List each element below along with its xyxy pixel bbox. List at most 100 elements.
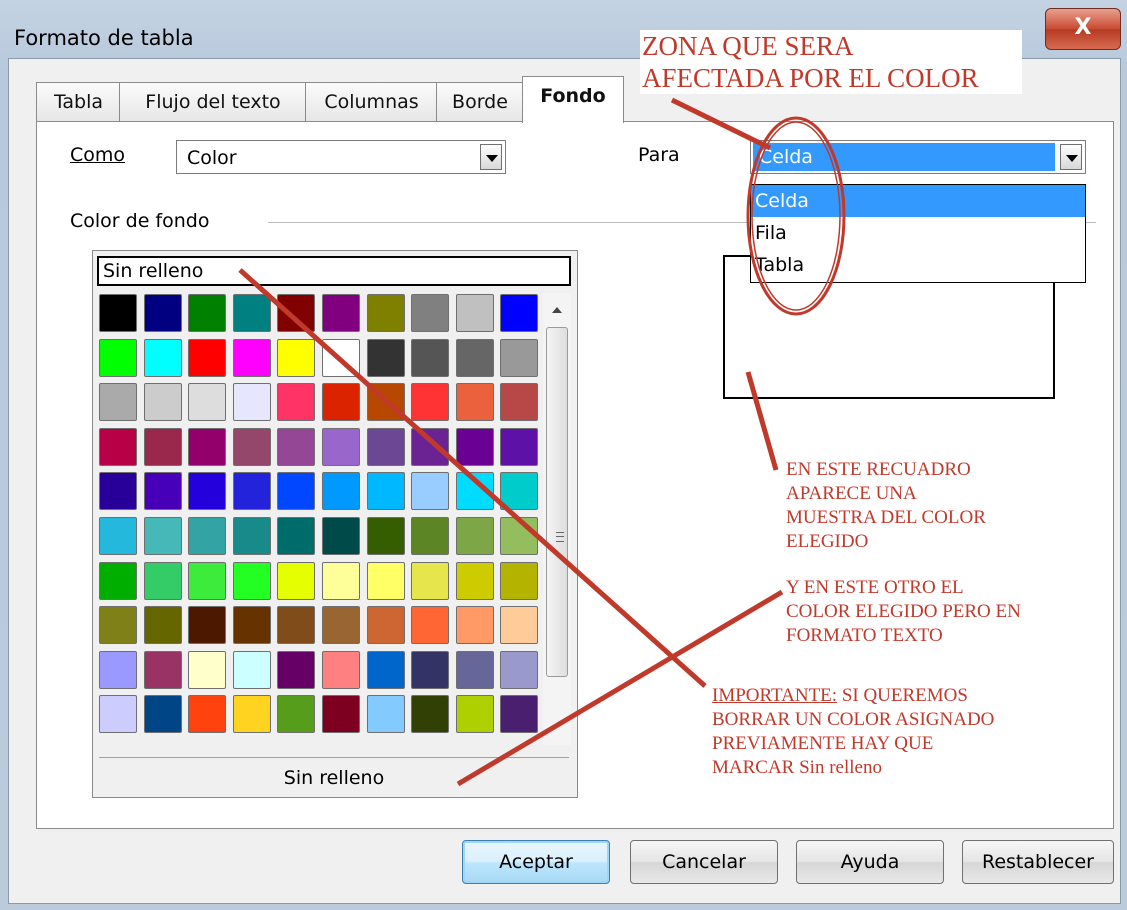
- color-swatch[interactable]: [188, 651, 226, 689]
- color-swatch[interactable]: [367, 428, 405, 466]
- color-swatch[interactable]: [411, 294, 449, 332]
- color-swatch[interactable]: [367, 562, 405, 600]
- close-button[interactable]: X: [1045, 8, 1121, 50]
- color-swatch[interactable]: [411, 517, 449, 555]
- color-swatch[interactable]: [233, 695, 271, 733]
- tab-columnas[interactable]: Columnas: [305, 82, 438, 122]
- color-swatch[interactable]: [322, 651, 360, 689]
- color-swatch[interactable]: [456, 428, 494, 466]
- color-swatch[interactable]: [99, 606, 137, 644]
- color-swatch[interactable]: [277, 517, 315, 555]
- tab-fondo[interactable]: Fondo: [522, 76, 624, 123]
- color-swatch[interactable]: [188, 383, 226, 421]
- color-swatch[interactable]: [144, 517, 182, 555]
- tab-borde[interactable]: Borde: [436, 82, 524, 122]
- color-swatch[interactable]: [500, 695, 538, 733]
- color-swatch[interactable]: [367, 517, 405, 555]
- chevron-down-icon[interactable]: [480, 144, 502, 170]
- color-swatch[interactable]: [456, 562, 494, 600]
- color-swatch[interactable]: [500, 472, 538, 510]
- color-swatch[interactable]: [99, 651, 137, 689]
- color-swatch[interactable]: [144, 428, 182, 466]
- color-swatch[interactable]: [456, 606, 494, 644]
- color-swatch[interactable]: [188, 472, 226, 510]
- color-swatch[interactable]: [99, 383, 137, 421]
- color-swatch[interactable]: [456, 517, 494, 555]
- color-swatch[interactable]: [367, 695, 405, 733]
- tab-flujo-del-texto[interactable]: Flujo del texto: [119, 82, 307, 122]
- sin-relleno-option-bottom[interactable]: Sin relleno: [99, 757, 569, 794]
- color-swatch[interactable]: [233, 517, 271, 555]
- para-option-fila[interactable]: Fila: [751, 217, 1085, 249]
- color-swatch[interactable]: [188, 294, 226, 332]
- color-swatch[interactable]: [322, 472, 360, 510]
- color-swatch[interactable]: [500, 383, 538, 421]
- color-swatch[interactable]: [277, 428, 315, 466]
- color-swatch[interactable]: [322, 428, 360, 466]
- color-swatch[interactable]: [144, 472, 182, 510]
- scrollbar-thumb[interactable]: [546, 327, 568, 677]
- color-swatch[interactable]: [233, 562, 271, 600]
- color-swatch[interactable]: [233, 428, 271, 466]
- color-swatch[interactable]: [500, 294, 538, 332]
- color-swatch[interactable]: [322, 339, 360, 377]
- para-option-tabla[interactable]: Tabla: [751, 249, 1085, 281]
- tab-tabla[interactable]: Tabla: [36, 82, 121, 122]
- color-swatch[interactable]: [367, 383, 405, 421]
- color-swatch[interactable]: [322, 294, 360, 332]
- color-swatch[interactable]: [233, 339, 271, 377]
- color-swatch[interactable]: [277, 294, 315, 332]
- color-swatch[interactable]: [277, 562, 315, 600]
- color-swatch[interactable]: [144, 695, 182, 733]
- color-swatch[interactable]: [144, 339, 182, 377]
- color-swatch[interactable]: [411, 562, 449, 600]
- color-swatch[interactable]: [144, 606, 182, 644]
- color-swatch[interactable]: [500, 606, 538, 644]
- color-swatch[interactable]: [99, 695, 137, 733]
- palette-scrollbar[interactable]: [543, 293, 571, 745]
- color-swatch[interactable]: [233, 383, 271, 421]
- color-swatch[interactable]: [456, 695, 494, 733]
- color-swatch[interactable]: [233, 606, 271, 644]
- color-swatch[interactable]: [144, 651, 182, 689]
- color-swatch[interactable]: [99, 294, 137, 332]
- color-swatch[interactable]: [99, 428, 137, 466]
- chevron-down-icon[interactable]: [1060, 144, 1082, 170]
- color-swatch[interactable]: [411, 428, 449, 466]
- cancel-button[interactable]: Cancelar: [630, 840, 778, 884]
- color-swatch[interactable]: [277, 651, 315, 689]
- como-select[interactable]: Color: [176, 140, 506, 174]
- color-swatch[interactable]: [411, 695, 449, 733]
- color-swatch[interactable]: [144, 383, 182, 421]
- color-swatch[interactable]: [411, 339, 449, 377]
- color-swatch[interactable]: [322, 562, 360, 600]
- color-swatch[interactable]: [411, 651, 449, 689]
- color-swatch[interactable]: [188, 606, 226, 644]
- color-swatch[interactable]: [277, 472, 315, 510]
- scroll-up-icon[interactable]: [552, 307, 562, 313]
- color-swatch[interactable]: [233, 651, 271, 689]
- color-swatch[interactable]: [367, 651, 405, 689]
- color-swatch[interactable]: [500, 651, 538, 689]
- color-swatch[interactable]: [456, 651, 494, 689]
- color-swatch[interactable]: [233, 472, 271, 510]
- color-swatch[interactable]: [188, 695, 226, 733]
- color-swatch[interactable]: [456, 339, 494, 377]
- color-swatch[interactable]: [322, 606, 360, 644]
- color-swatch[interactable]: [411, 606, 449, 644]
- color-swatch[interactable]: [500, 562, 538, 600]
- color-swatch[interactable]: [188, 339, 226, 377]
- color-swatch[interactable]: [322, 517, 360, 555]
- color-swatch[interactable]: [500, 517, 538, 555]
- color-swatch[interactable]: [99, 517, 137, 555]
- color-swatch[interactable]: [188, 562, 226, 600]
- color-swatch[interactable]: [367, 294, 405, 332]
- color-swatch[interactable]: [500, 428, 538, 466]
- color-swatch[interactable]: [500, 339, 538, 377]
- color-swatch[interactable]: [367, 472, 405, 510]
- color-swatch[interactable]: [277, 695, 315, 733]
- color-swatch[interactable]: [277, 383, 315, 421]
- color-swatch[interactable]: [322, 383, 360, 421]
- color-swatch[interactable]: [99, 339, 137, 377]
- ok-button[interactable]: Aceptar: [462, 840, 610, 884]
